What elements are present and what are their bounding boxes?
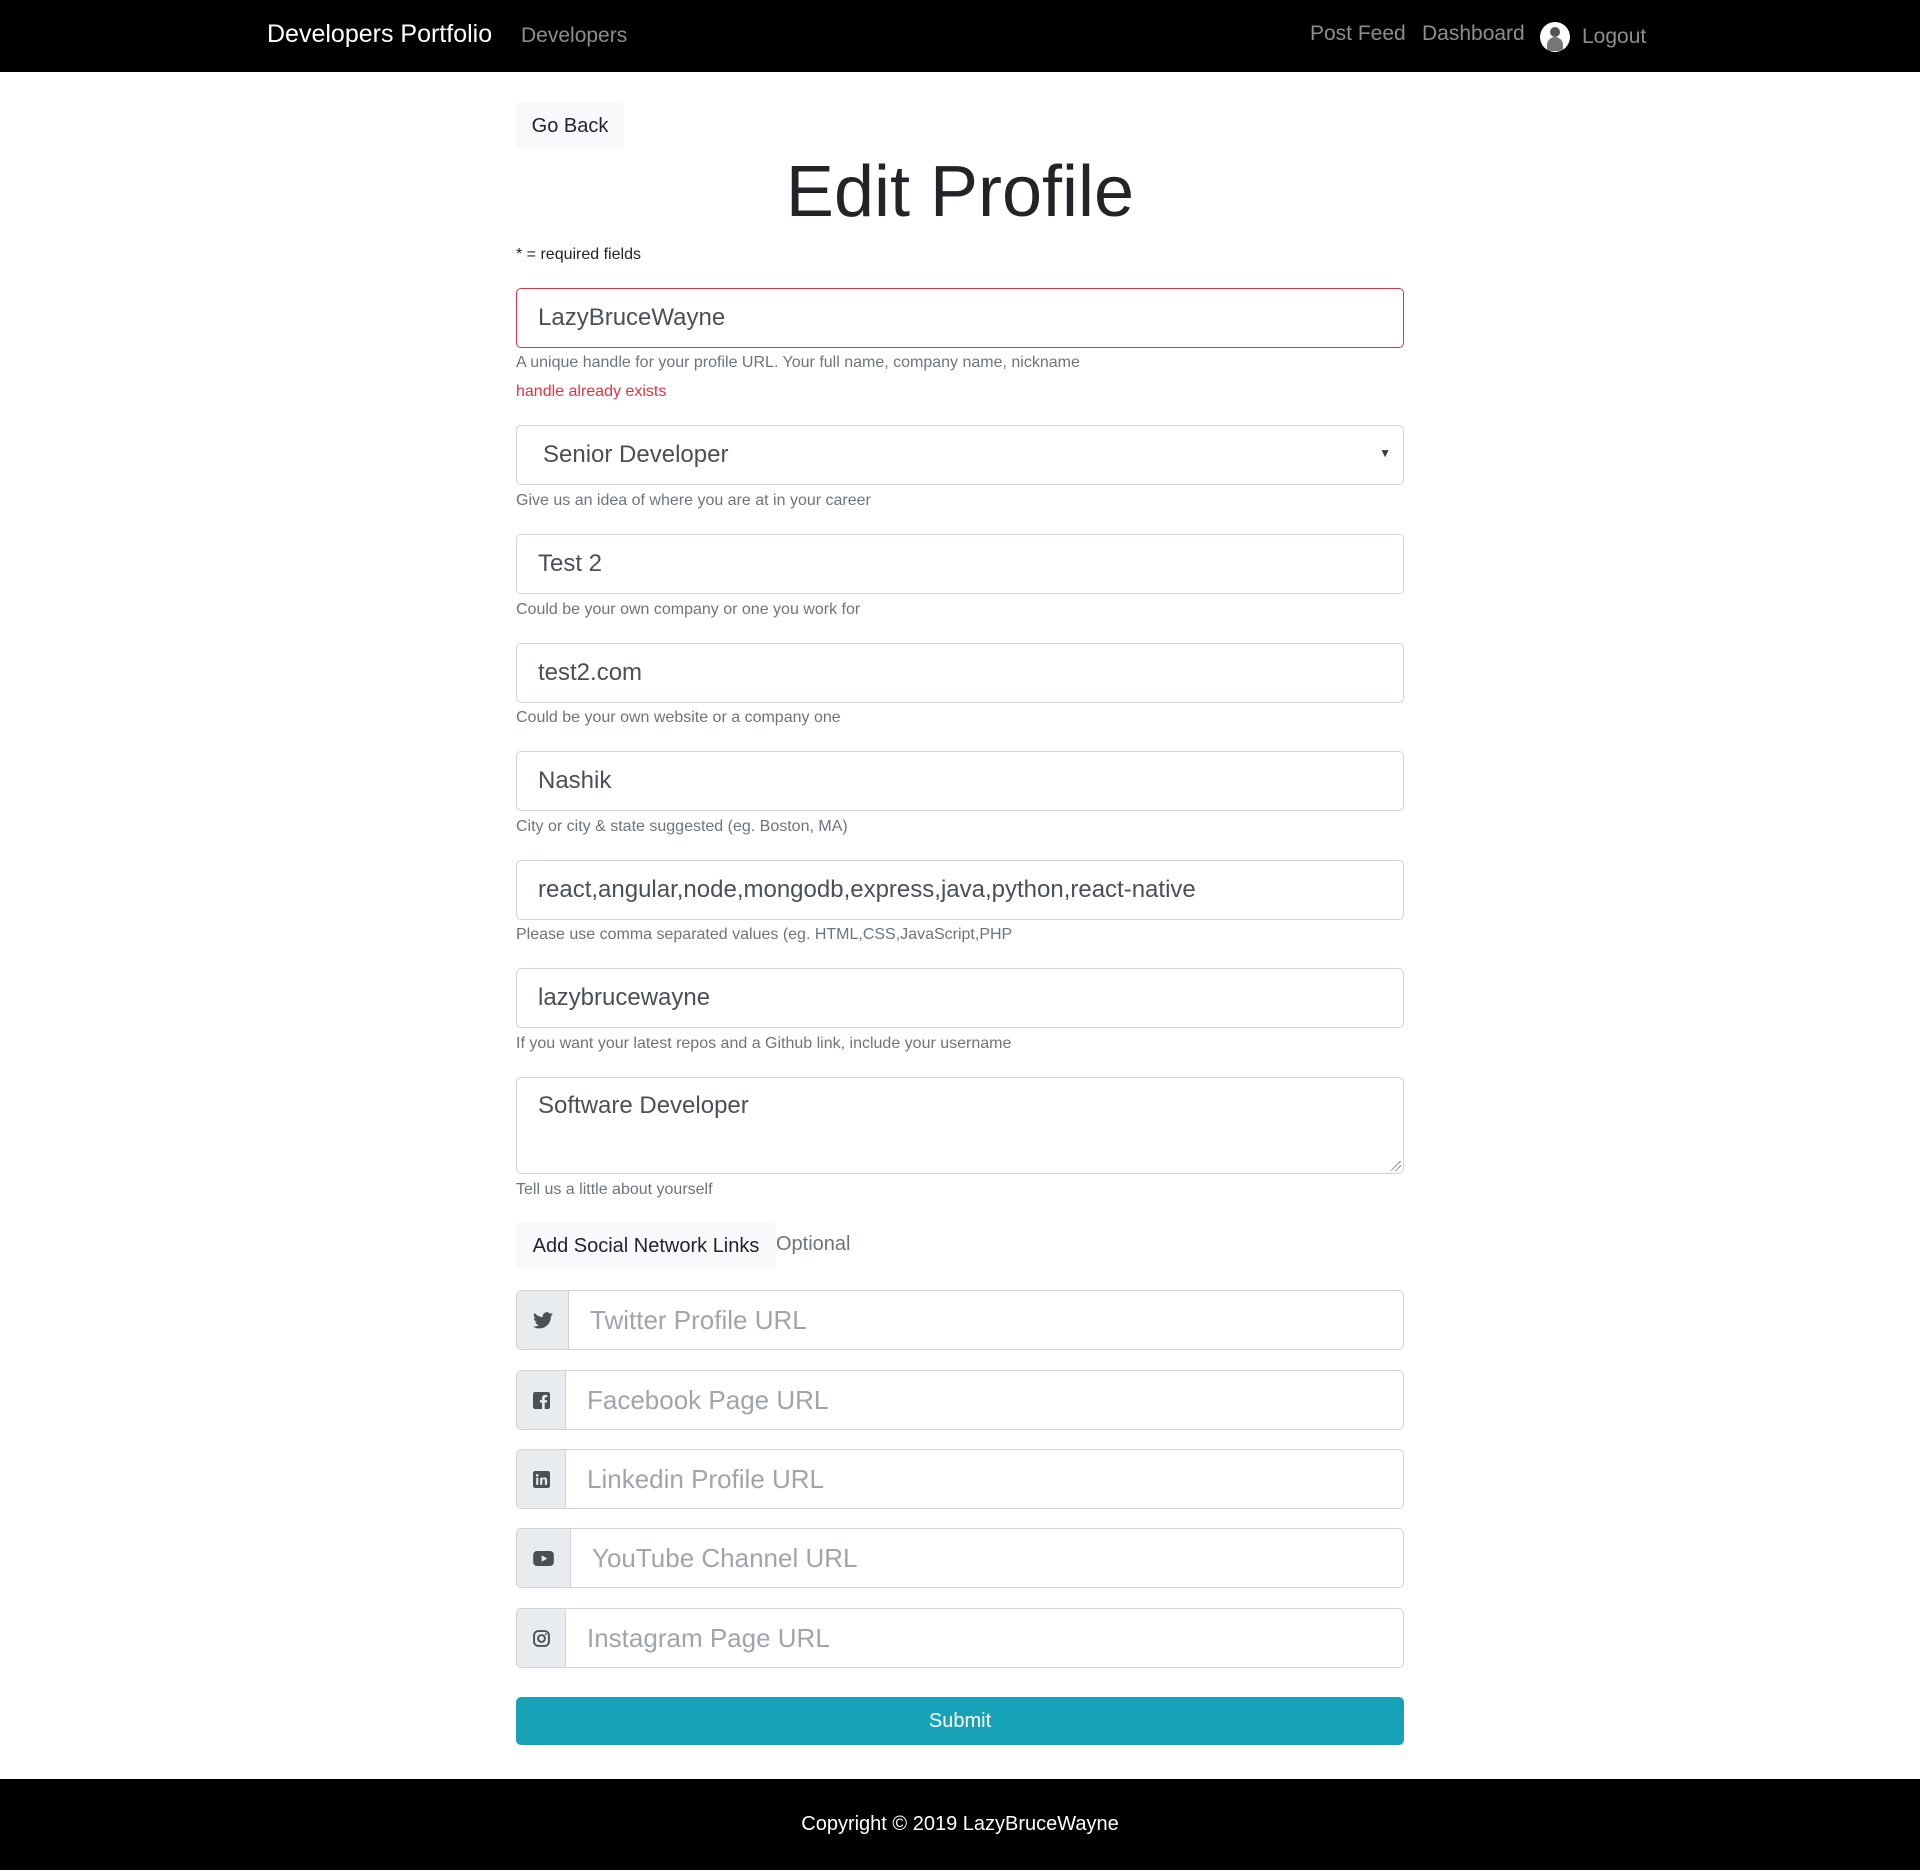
nav-developers-link[interactable]: Developers bbox=[521, 24, 627, 48]
brand-link[interactable]: Developers Portfolio bbox=[267, 20, 492, 49]
instagram-input-group[interactable]: Instagram Page URL bbox=[516, 1608, 1404, 1668]
skills-input[interactable]: react,angular,node,mongodb,express,java,… bbox=[516, 860, 1404, 920]
copyright-text: Copyright © 2019 LazyBruceWayne bbox=[801, 1813, 1119, 1835]
location-input[interactable]: Nashik bbox=[516, 751, 1404, 811]
resize-handle[interactable] bbox=[1391, 1161, 1401, 1171]
required-fields-note: * = required fields bbox=[516, 246, 641, 263]
page-title: Edit Profile bbox=[785, 152, 1135, 232]
skills-help: Please use comma separated values (eg. H… bbox=[516, 926, 1013, 943]
twitter-url-input[interactable]: Twitter Profile URL bbox=[569, 1291, 807, 1349]
logout-link[interactable]: Logout bbox=[1540, 22, 1646, 52]
youtube-icon bbox=[517, 1529, 571, 1587]
company-input[interactable]: Test 2 bbox=[516, 534, 1404, 594]
status-value: Senior Developer bbox=[543, 441, 729, 468]
optional-label: Optional bbox=[776, 1233, 851, 1255]
github-help: If you want your latest repos and a Gith… bbox=[516, 1035, 1012, 1052]
bio-textarea[interactable]: Software Developer bbox=[516, 1077, 1404, 1174]
add-social-links-button[interactable]: Add Social Network Links bbox=[516, 1222, 776, 1270]
github-username-input[interactable]: lazybrucewayne bbox=[516, 968, 1404, 1028]
submit-button[interactable]: Submit bbox=[516, 1697, 1404, 1745]
youtube-url-input[interactable]: YouTube Channel URL bbox=[571, 1529, 857, 1587]
location-help: City or city & state suggested (eg. Bost… bbox=[516, 818, 848, 835]
website-help: Could be your own website or a company o… bbox=[516, 709, 841, 726]
company-help: Could be your own company or one you wor… bbox=[516, 601, 861, 618]
nav-dashboard-link[interactable]: Dashboard bbox=[1422, 22, 1525, 46]
handle-value: LazyBruceWayne bbox=[538, 304, 726, 331]
linkedin-icon bbox=[517, 1450, 566, 1508]
instagram-url-input[interactable]: Instagram Page URL bbox=[566, 1609, 830, 1667]
twitter-input-group[interactable]: Twitter Profile URL bbox=[516, 1290, 1404, 1350]
avatar bbox=[1540, 22, 1570, 52]
website-value: test2.com bbox=[538, 659, 643, 686]
bio-value: Software Developer bbox=[538, 1092, 749, 1119]
linkedin-input-group[interactable]: Linkedin Profile URL bbox=[516, 1449, 1404, 1509]
facebook-url-input[interactable]: Facebook Page URL bbox=[566, 1371, 828, 1429]
github-value: lazybrucewayne bbox=[538, 984, 711, 1011]
facebook-icon bbox=[517, 1371, 566, 1429]
instagram-icon bbox=[517, 1609, 566, 1667]
handle-error: handle already exists bbox=[516, 383, 667, 400]
twitter-icon bbox=[517, 1291, 569, 1349]
chevron-down-icon: ▼ bbox=[1379, 446, 1391, 460]
go-back-button[interactable]: Go Back bbox=[516, 102, 624, 150]
handle-help: A unique handle for your profile URL. Yo… bbox=[516, 354, 1080, 371]
website-input[interactable]: test2.com bbox=[516, 643, 1404, 703]
company-value: Test 2 bbox=[538, 550, 603, 577]
location-value: Nashik bbox=[538, 767, 612, 794]
footer: Copyright © 2019 LazyBruceWayne bbox=[0, 1779, 1920, 1870]
navbar: Developers Portfolio Developers Post Fee… bbox=[0, 0, 1920, 72]
status-help: Give us an idea of where you are at in y… bbox=[516, 492, 871, 509]
skills-value: react,angular,node,mongodb,express,java,… bbox=[538, 876, 1196, 903]
handle-input[interactable]: LazyBruceWayne bbox=[516, 288, 1404, 348]
facebook-input-group[interactable]: Facebook Page URL bbox=[516, 1370, 1404, 1430]
youtube-input-group[interactable]: YouTube Channel URL bbox=[516, 1528, 1404, 1588]
bio-help: Tell us a little about yourself bbox=[516, 1181, 713, 1198]
logout-label: Logout bbox=[1582, 25, 1647, 48]
linkedin-url-input[interactable]: Linkedin Profile URL bbox=[566, 1450, 824, 1508]
status-select[interactable]: Senior Developer ▼ bbox=[516, 425, 1404, 485]
nav-post-feed-link[interactable]: Post Feed bbox=[1310, 22, 1406, 46]
